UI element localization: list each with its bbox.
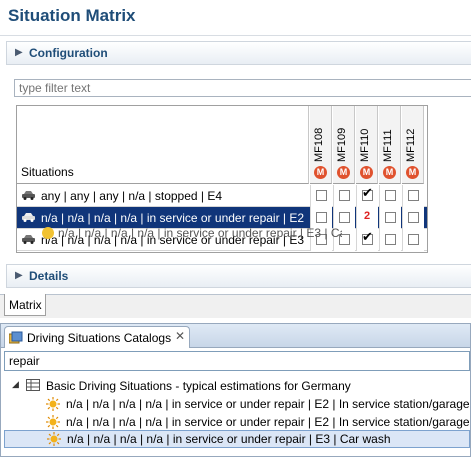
checkbox[interactable] [339,212,350,223]
table-icon [26,379,40,391]
column-header-mf110[interactable]: MF110 M [356,106,378,184]
car-icon [22,213,35,222]
drag-ghost: n/a | n/a | n/a | n/a | in service or un… [42,226,342,242]
column-header-mf111[interactable]: MF111 M [379,106,401,184]
column-header-mf109[interactable]: MF109 M [333,106,355,184]
filter-input[interactable] [14,79,471,97]
check-icon: ✔ [362,185,373,200]
sun-icon [46,397,60,411]
m-badge-icon: M [337,166,350,179]
column-label: MF109 [336,127,348,162]
tab-matrix[interactable]: Matrix [4,294,46,316]
tab-driving-situations-catalogs[interactable]: Driving Situations Catalogs ✕ [4,326,190,348]
checkbox[interactable] [385,234,396,245]
column-label: MF112 [405,128,417,162]
tree-item[interactable]: n/a | n/a | n/a | n/a | in service or un… [0,395,470,413]
matrix-row[interactable]: any | any | any | n/a | stopped | E4 ✔ [17,185,427,207]
matrix-cell[interactable] [333,185,355,207]
count-value: 2 [364,210,371,222]
car-icon [22,191,35,200]
close-icon[interactable]: ✕ [175,329,185,343]
tree-item-label: n/a | n/a | n/a | n/a | in service or un… [66,397,470,411]
matrix-cell[interactable]: ✔ [356,229,378,251]
m-badge-icon: M [314,166,327,179]
m-badge-icon: M [383,166,396,179]
matrix-cell[interactable] [310,185,332,207]
m-badge-icon: M [406,166,419,179]
checkbox[interactable] [385,190,396,201]
checkbox[interactable] [408,212,419,223]
sun-icon [47,432,61,446]
matrix-cell[interactable] [402,207,424,229]
matrix-cell[interactable]: ✔ [356,185,378,207]
editor-tab-strip [0,294,471,318]
situation-label: n/a | n/a | n/a | n/a | in service or un… [41,211,305,225]
situations-column-header: Situations [17,106,309,184]
tab-matrix-label: Matrix [9,298,42,312]
drag-ghost-label: n/a | n/a | n/a | n/a | in service or un… [58,226,342,240]
collapse-icon[interactable]: ◢ [12,379,19,390]
matrix-cell[interactable] [402,185,424,207]
matrix-cell[interactable] [379,207,401,229]
chevron-right-icon[interactable]: ▶ [15,270,23,281]
chevron-right-icon[interactable]: ▶ [15,47,23,58]
column-label: MF111 [382,129,394,162]
matrix-cell[interactable] [379,185,401,207]
checkbox[interactable] [385,212,396,223]
configuration-section[interactable]: ▶ Configuration [6,41,471,65]
m-badge-icon: M [360,166,373,179]
column-label: MF108 [313,127,325,162]
tree-item[interactable]: n/a | n/a | n/a | n/a | in service or un… [0,413,470,431]
checkbox[interactable] [316,190,327,201]
catalog-search-input[interactable] [4,351,470,371]
editor-title: Situation Matrix [8,6,136,25]
details-section[interactable]: ▶ Details [6,264,471,288]
catalog-view-icon [9,331,23,344]
title-divider [0,35,471,36]
sun-icon [42,227,54,239]
column-header-mf112[interactable]: MF112 M [402,106,424,184]
column-label: MF110 [359,128,371,162]
details-label: Details [29,269,69,283]
checkbox[interactable] [408,234,419,245]
checkbox[interactable] [339,190,350,201]
tree-root-item[interactable]: ◢ Basic Driving Situations - typical est… [0,377,470,395]
configuration-label: Configuration [29,46,108,60]
check-icon: ✔ [362,229,373,244]
matrix-cell[interactable] [402,229,424,251]
checkbox[interactable] [316,212,327,223]
car-icon [22,235,35,244]
matrix-cell[interactable]: 2 [356,207,378,229]
catalogs-tab-title: Driving Situations Catalogs [27,331,172,345]
column-header-mf108[interactable]: MF108 M [310,106,332,184]
situation-label: any | any | any | n/a | stopped | E4 [41,189,223,203]
situations-header-label: Situations [21,165,74,179]
sun-icon [46,415,60,429]
tree-item-label: n/a | n/a | n/a | n/a | in service or un… [66,415,470,429]
checkbox[interactable] [408,190,419,201]
matrix-cell[interactable] [379,229,401,251]
tree-item-label: n/a | n/a | n/a | n/a | in service or un… [67,432,391,446]
tree-root-label: Basic Driving Situations - typical estim… [46,379,351,393]
tree-item-selected[interactable]: n/a | n/a | n/a | n/a | in service or un… [4,430,470,448]
